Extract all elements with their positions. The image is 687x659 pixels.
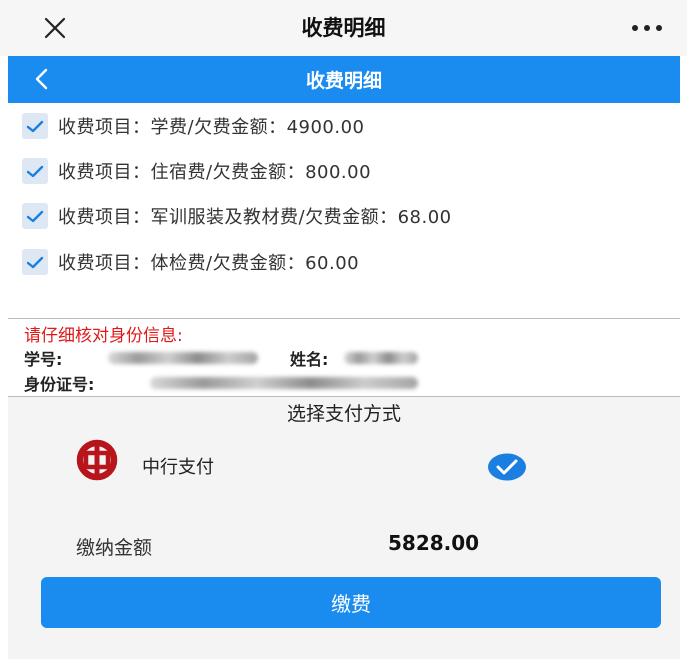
fee-item-label: 收费项目：军训服装及教材费/欠费金额：68.00 [58, 207, 452, 228]
page-header: 收费明细 [8, 56, 680, 103]
student-id-redacted [108, 352, 258, 364]
fee-list: 收费项目：学费/欠费金额：4900.00 收费项目：住宿费/欠费金额：800.0… [8, 103, 680, 318]
check-icon [26, 165, 44, 178]
fee-item-accommodation[interactable]: 收费项目：住宿费/欠费金额：800.00 [22, 156, 371, 186]
id-number-label: 身份证号: [24, 375, 95, 394]
checkbox[interactable] [22, 158, 48, 184]
fee-item-medical-exam[interactable]: 收费项目：体检费/欠费金额：60.00 [22, 247, 359, 277]
payment-detail-screen: 收费明细 收费明细 收费项目：学费/欠费金额：4900.00 收费项目：住宿费/… [0, 0, 687, 659]
amount-label: 缴纳金额 [76, 537, 153, 559]
fee-item-label: 收费项目：住宿费/欠费金额：800.00 [58, 162, 372, 183]
amount-value: 5828.00 [388, 531, 480, 555]
pay-button[interactable]: 缴费 [41, 577, 661, 628]
selected-check-icon[interactable] [487, 452, 527, 482]
more-icon[interactable] [627, 14, 667, 42]
bank-of-china-logo [76, 439, 118, 481]
page-title: 收费明细 [305, 70, 382, 92]
check-icon [26, 256, 44, 269]
fee-item-tuition[interactable]: 收费项目：学费/欠费金额：4900.00 [22, 111, 365, 141]
check-icon [26, 210, 44, 223]
window-title: 收费明细 [301, 16, 386, 40]
fee-item-label: 收费项目：体检费/欠费金额：60.00 [58, 253, 360, 274]
id-number-redacted [150, 377, 418, 389]
fee-item-uniform-textbooks[interactable]: 收费项目：军训服装及教材费/欠费金额：68.00 [22, 201, 452, 231]
payment-method-label[interactable]: 中行支付 [142, 453, 214, 479]
identity-info: 请仔细核对身份信息: 学号: 姓名: 身份证号: [8, 319, 680, 396]
fee-item-label: 收费项目：学费/欠费金额：4900.00 [58, 117, 365, 138]
payment-section: 选择支付方式 中行支付 缴纳金额 5828.00 缴费 [8, 397, 680, 659]
checkbox[interactable] [22, 249, 48, 275]
checkbox[interactable] [22, 113, 48, 139]
check-icon [26, 120, 44, 133]
payment-method-title: 选择支付方式 [286, 403, 401, 425]
student-id-label: 学号: [24, 350, 63, 369]
name-label: 姓名: [290, 350, 329, 369]
name-redacted [344, 352, 418, 364]
verify-warning: 请仔细核对身份信息: [24, 326, 183, 346]
window-title-bar: 收费明细 [0, 0, 687, 56]
checkbox[interactable] [22, 203, 48, 229]
